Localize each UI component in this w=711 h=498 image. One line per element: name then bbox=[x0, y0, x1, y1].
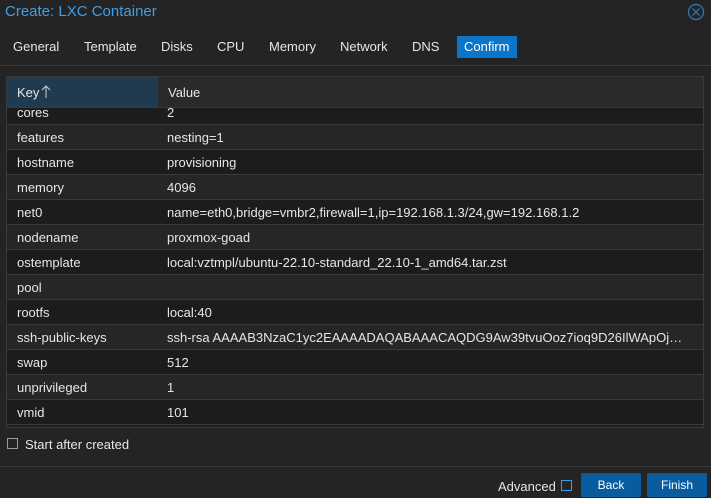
table-row[interactable]: cores 2 bbox=[7, 108, 703, 125]
cell-value: 1 bbox=[167, 380, 175, 395]
tab-network[interactable]: Network bbox=[333, 36, 395, 58]
tab-cpu[interactable]: CPU bbox=[210, 36, 251, 58]
table-row[interactable]: hostname provisioning bbox=[7, 150, 703, 175]
column-header-key-label: Key bbox=[17, 85, 40, 100]
column-header-key[interactable]: Key bbox=[7, 77, 158, 107]
table-row[interactable]: nodename proxmox-goad bbox=[7, 225, 703, 250]
column-header-value-label: Value bbox=[168, 85, 201, 100]
wizard-tab-bar: General Template Disks CPU Memory Networ… bbox=[0, 34, 711, 66]
cell-value: 4096 bbox=[167, 180, 196, 195]
cell-key: unprivileged bbox=[17, 380, 88, 395]
tab-general[interactable]: General bbox=[6, 36, 66, 58]
cell-key: swap bbox=[17, 355, 48, 370]
cell-key: cores bbox=[17, 108, 49, 120]
sort-ascending-icon bbox=[41, 85, 51, 98]
table-row[interactable]: swap 512 bbox=[7, 350, 703, 375]
cell-key: hostname bbox=[17, 155, 75, 170]
cell-value: 2 bbox=[167, 108, 175, 120]
cell-key: memory bbox=[17, 180, 64, 195]
cell-value: local:vztmpl/ubuntu-22.10-standard_22.10… bbox=[167, 255, 507, 270]
table-row[interactable]: pool bbox=[7, 275, 703, 300]
cell-value: name=eth0,bridge=vmbr2,firewall=1,ip=192… bbox=[167, 205, 580, 220]
table-row[interactable]: vmid 101 bbox=[7, 400, 703, 425]
cell-value: provisioning bbox=[167, 155, 237, 170]
table-row[interactable]: rootfs local:40 bbox=[7, 300, 703, 325]
tab-memory[interactable]: Memory bbox=[262, 36, 323, 58]
advanced-checkbox[interactable] bbox=[561, 480, 572, 491]
column-header-value[interactable]: Value bbox=[158, 77, 703, 107]
cell-key: rootfs bbox=[17, 305, 50, 320]
cell-key: ssh-public-keys bbox=[17, 330, 107, 345]
start-after-created-checkbox[interactable] bbox=[7, 438, 18, 449]
close-icon[interactable] bbox=[687, 3, 705, 21]
tab-confirm[interactable]: Confirm bbox=[457, 36, 517, 58]
cell-key: pool bbox=[17, 280, 42, 295]
cell-key: net0 bbox=[17, 205, 43, 220]
cell-key: nodename bbox=[17, 230, 79, 245]
cell-value: 101 bbox=[167, 405, 189, 420]
table-row[interactable]: net0 name=eth0,bridge=vmbr2,firewall=1,ip… bbox=[7, 200, 703, 225]
dialog-footer: Advanced Back Finish bbox=[0, 466, 711, 498]
table-row[interactable]: unprivileged 1 bbox=[7, 375, 703, 400]
window-title: Create: LXC Container bbox=[5, 3, 157, 20]
back-button[interactable]: Back bbox=[581, 473, 641, 497]
table-row[interactable]: ssh-public-keys ssh-rsa AAAAB3NzaC1yc2EAA… bbox=[7, 325, 703, 350]
grid-header: Key Value bbox=[7, 77, 703, 108]
tab-disks[interactable]: Disks bbox=[154, 36, 200, 58]
table-row[interactable]: features nesting=1 bbox=[7, 125, 703, 150]
tab-dns[interactable]: DNS bbox=[405, 36, 446, 58]
window-titlebar: Create: LXC Container bbox=[0, 0, 711, 26]
cell-key: ostemplate bbox=[17, 255, 81, 270]
start-after-created-label[interactable]: Start after created bbox=[25, 437, 129, 452]
cell-value: ssh-rsa AAAAB3NzaC1yc2EAAAADAQABAAACAQDG… bbox=[167, 330, 683, 345]
finish-button[interactable]: Finish bbox=[647, 473, 707, 497]
cell-key: features bbox=[17, 130, 64, 145]
grid-body[interactable]: cores 2 features nesting=1 hostname provision… bbox=[7, 108, 703, 427]
cell-key: vmid bbox=[17, 405, 45, 420]
cell-value: nesting=1 bbox=[167, 130, 224, 145]
cell-value: proxmox-goad bbox=[167, 230, 251, 245]
cell-value: local:40 bbox=[167, 305, 212, 320]
confirm-grid: Key Value cores 2 features nesting=1 hostnam… bbox=[6, 76, 704, 428]
advanced-label[interactable]: Advanced bbox=[498, 479, 556, 494]
grid-rows: cores 2 features nesting=1 hostname provision… bbox=[7, 108, 703, 425]
cell-value: 512 bbox=[167, 355, 189, 370]
table-row[interactable]: memory 4096 bbox=[7, 175, 703, 200]
table-row[interactable]: ostemplate local:vztmpl/ubuntu-22.10-stan… bbox=[7, 250, 703, 275]
tab-template[interactable]: Template bbox=[77, 36, 144, 58]
